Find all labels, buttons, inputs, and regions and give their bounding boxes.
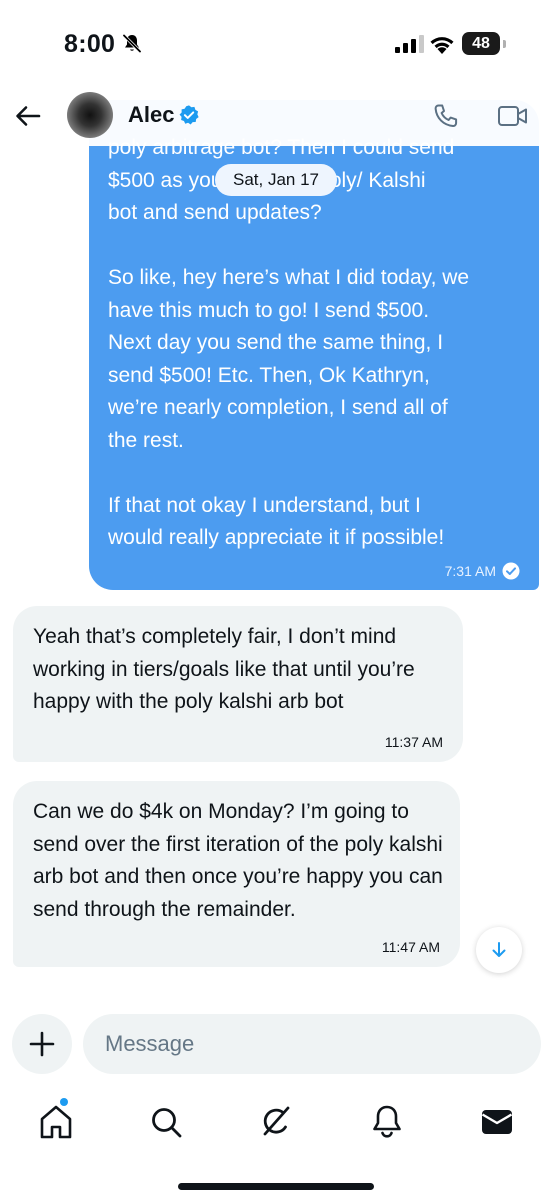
add-attachment-button[interactable] [12,1014,72,1074]
battery-level: 48 [462,32,500,55]
home-notification-dot [60,1098,68,1106]
message-timestamp: 11:37 AM [384,734,443,750]
message-incoming[interactable]: Can we do $4k on Monday? I’m going to se… [13,781,460,967]
arrow-left-icon[interactable] [14,102,42,130]
arrow-down-icon [492,942,506,957]
message-timestamp: 7:31 AM [444,563,496,579]
message-input[interactable] [83,1014,541,1074]
scroll-to-bottom-button[interactable] [476,927,522,973]
video-camera-icon[interactable] [497,103,529,129]
search-icon[interactable] [146,1102,186,1142]
plus-icon [29,1031,55,1057]
chat-header: Alec [0,84,552,146]
wifi-icon [430,37,454,54]
contact-name[interactable]: Alec [128,102,174,128]
status-time: 8:00 [64,30,116,58]
verified-badge-icon [179,105,199,125]
bell-slash-icon [122,34,142,53]
avatar[interactable] [67,92,113,138]
status-bar: 8:00 48 [0,0,552,84]
date-separator: Sat, Jan 17 [215,164,337,196]
bottom-navigation [0,1090,552,1200]
battery-indicator: 48 [462,32,510,56]
message-incoming[interactable]: Yeah that’s completely fair, I don’t min… [13,606,463,762]
cellular-signal-icon [395,35,424,53]
message-text: Can we do $4k on Monday? I’m going to se… [33,800,443,921]
read-receipt-icon [502,562,520,580]
message-timestamp: 11:47 AM [381,939,440,955]
bell-icon[interactable] [367,1102,407,1142]
grok-icon[interactable] [256,1102,296,1142]
home-indicator[interactable] [178,1183,374,1190]
battery-cap [503,40,506,48]
home-icon[interactable] [36,1102,76,1142]
message-text: Yeah that’s completely fair, I don’t min… [33,625,415,713]
phone-icon[interactable] [432,102,460,130]
conversation-thread[interactable]: poly arbitrage bot? Then I could send $5… [0,0,552,1000]
envelope-icon[interactable] [477,1102,517,1142]
